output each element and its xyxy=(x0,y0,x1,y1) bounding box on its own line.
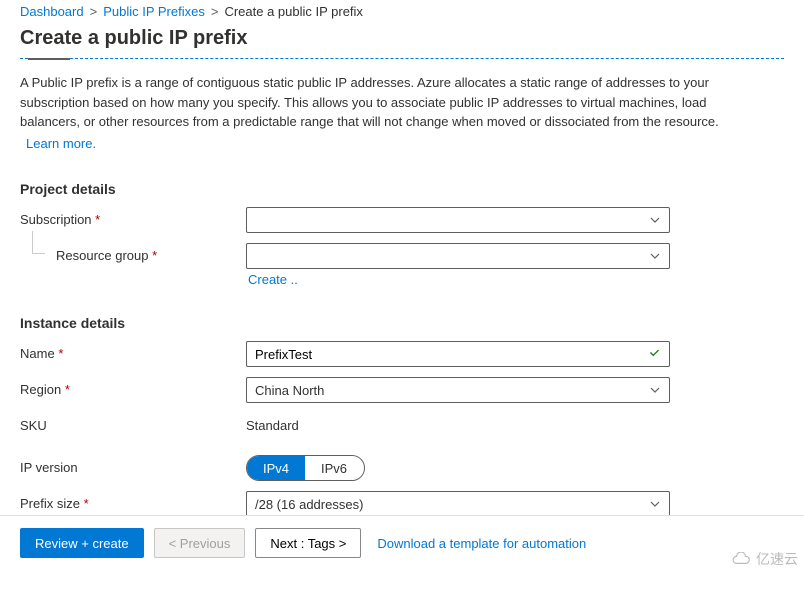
subscription-label: Subscription * xyxy=(20,207,246,227)
learn-more-link[interactable]: Learn more. xyxy=(26,134,96,154)
ipv6-button[interactable]: IPv6 xyxy=(305,456,363,480)
chevron-down-icon xyxy=(649,250,661,262)
next-button[interactable]: Next : Tags > xyxy=(255,528,361,558)
create-new-resource-group-link[interactable]: Create .. xyxy=(248,272,298,287)
prefix-size-label: Prefix size * xyxy=(20,491,246,511)
instance-details-heading: Instance details xyxy=(20,315,784,331)
chevron-down-icon xyxy=(649,498,661,510)
name-input[interactable] xyxy=(255,347,642,362)
resource-group-dropdown[interactable] xyxy=(246,243,670,269)
sku-label: SKU xyxy=(20,413,246,433)
breadcrumb-dashboard[interactable]: Dashboard xyxy=(20,4,84,19)
previous-button[interactable]: < Previous xyxy=(154,528,246,558)
cloud-icon xyxy=(730,552,752,566)
chevron-down-icon xyxy=(649,384,661,396)
tab-indicator xyxy=(20,58,784,59)
prefix-size-value: /28 (16 addresses) xyxy=(255,497,363,512)
watermark: 亿速云 xyxy=(730,549,798,569)
resource-group-label: Resource group * xyxy=(20,243,246,263)
description-body: A Public IP prefix is a range of contigu… xyxy=(20,75,719,129)
ipv4-button[interactable]: IPv4 xyxy=(247,456,305,480)
breadcrumb-separator: > xyxy=(211,4,219,19)
breadcrumb-current: Create a public IP prefix xyxy=(224,4,363,19)
prefix-size-dropdown[interactable]: /28 (16 addresses) xyxy=(246,491,670,517)
breadcrumb: Dashboard > Public IP Prefixes > Create … xyxy=(0,0,804,19)
chevron-down-icon xyxy=(649,214,661,226)
page-title: Create a public IP prefix xyxy=(0,19,804,54)
checkmark-icon xyxy=(648,346,661,362)
ip-version-toggle: IPv4 IPv6 xyxy=(246,455,365,481)
review-create-button[interactable]: Review + create xyxy=(20,528,144,558)
sku-value: Standard xyxy=(246,413,299,433)
region-dropdown[interactable]: China North xyxy=(246,377,670,403)
region-value: China North xyxy=(255,383,324,398)
description-text: A Public IP prefix is a range of contigu… xyxy=(20,73,760,153)
download-template-link[interactable]: Download a template for automation xyxy=(377,536,586,551)
name-label: Name * xyxy=(20,341,246,361)
project-details-heading: Project details xyxy=(20,181,784,197)
ip-version-label: IP version xyxy=(20,455,246,475)
breadcrumb-public-ip-prefixes[interactable]: Public IP Prefixes xyxy=(103,4,205,19)
footer-bar: Review + create < Previous Next : Tags >… xyxy=(0,515,804,558)
subscription-dropdown[interactable] xyxy=(246,207,670,233)
breadcrumb-separator: > xyxy=(90,4,98,19)
region-label: Region * xyxy=(20,377,246,397)
